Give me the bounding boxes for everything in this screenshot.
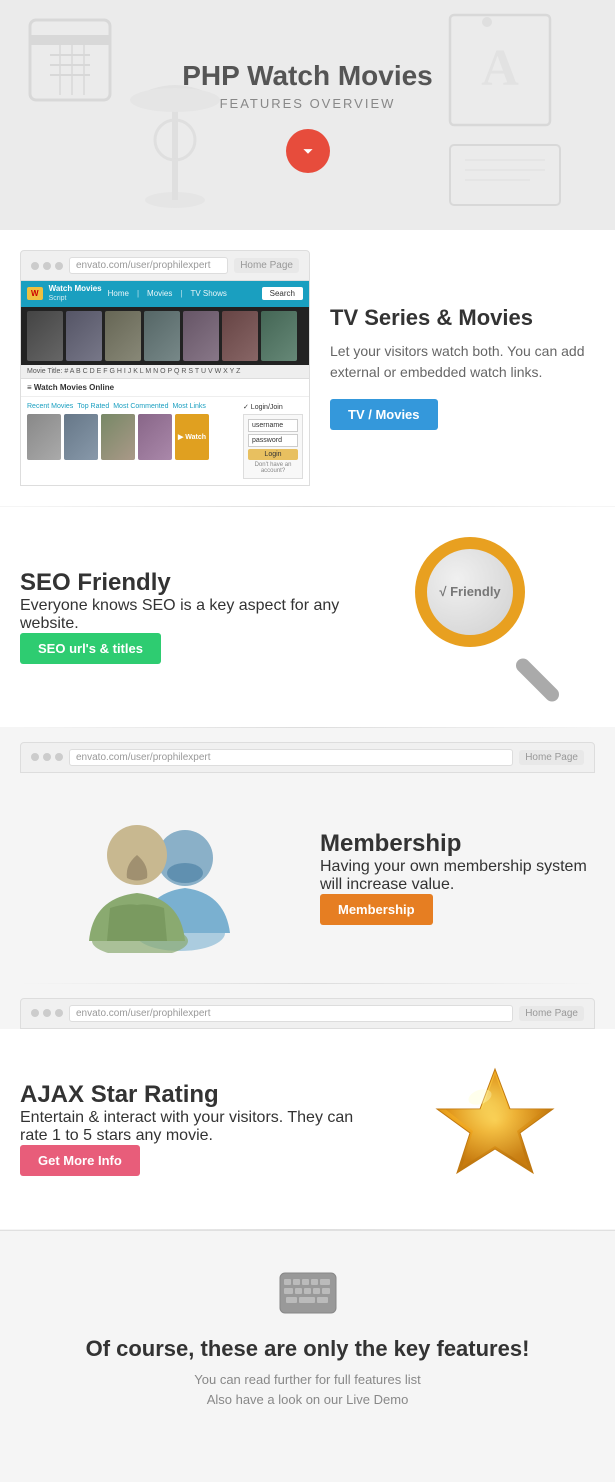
- membership-browser-bar: envato.com/user/prophilexpert Home Page: [20, 742, 595, 773]
- hero-title: PHP Watch Movies: [20, 60, 595, 92]
- keyboard-icon: [20, 1271, 595, 1320]
- browser-url: envato.com/user/prophilexpert: [69, 257, 228, 274]
- browser-content: W Watch MoviesScript Home | Movies | TV …: [20, 281, 310, 486]
- browser-bar: envato.com/user/prophilexpert Home Page: [20, 250, 310, 281]
- membership-browser-url: envato.com/user/prophilexpert: [69, 749, 513, 766]
- star-icon-area: [395, 1059, 595, 1199]
- ajax-heading: AJAX Star Rating: [20, 1081, 375, 1109]
- tv-description: Let your visitors watch both. You can ad…: [330, 341, 595, 383]
- seo-icon-area: √ Friendly: [395, 537, 595, 697]
- membership-button[interactable]: Membership: [320, 894, 433, 925]
- scroll-down-button[interactable]: [286, 129, 330, 173]
- browser-next: Home Page: [234, 258, 299, 273]
- seo-section: SEO Friendly Everyone knows SEO is a key…: [0, 507, 615, 727]
- tv-heading: TV Series & Movies: [330, 305, 595, 331]
- membership-section: Membership Having your own membership sy…: [0, 773, 615, 983]
- membership-description: Having your own membership system will i…: [320, 858, 595, 894]
- footer-line2: Also have a look on our Live Demo: [20, 1390, 595, 1411]
- ajax-text: AJAX Star Rating Entertain & interact wi…: [20, 1081, 375, 1176]
- ajax-browser-next: Home Page: [519, 1006, 584, 1021]
- ajax-description: Entertain & interact with your visitors.…: [20, 1109, 375, 1145]
- hero-subtitle: FEATURES OVERVIEW: [20, 96, 595, 111]
- users-icon: [20, 803, 300, 953]
- tv-button[interactable]: TV / Movies: [330, 399, 438, 430]
- membership-text: Membership Having your own membership sy…: [320, 830, 595, 925]
- hero-section: A PHP Watch Movies FEATURES OVERVIEW: [0, 0, 615, 230]
- footer-cta: Of course, these are only the key featur…: [0, 1230, 615, 1462]
- footer-heading: Of course, these are only the key featur…: [20, 1336, 595, 1362]
- membership-heading: Membership: [320, 830, 595, 858]
- ajax-browser-url: envato.com/user/prophilexpert: [69, 1005, 513, 1022]
- ajax-browser-bar: envato.com/user/prophilexpert Home Page: [20, 998, 595, 1029]
- get-more-info-button[interactable]: Get More Info: [20, 1145, 140, 1176]
- ajax-section: AJAX Star Rating Entertain & interact wi…: [0, 1029, 615, 1229]
- magnifier-icon: √ Friendly: [415, 537, 575, 697]
- seo-button[interactable]: SEO url's & titles: [20, 633, 161, 664]
- magnifier-glass: √ Friendly: [415, 537, 525, 647]
- seo-text: SEO Friendly Everyone knows SEO is a key…: [20, 569, 375, 664]
- seo-heading: SEO Friendly: [20, 569, 375, 597]
- membership-browser-next: Home Page: [519, 750, 584, 765]
- seo-description: Everyone knows SEO is a key aspect for a…: [20, 597, 375, 633]
- footer-line1: You can read further for full features l…: [20, 1370, 595, 1391]
